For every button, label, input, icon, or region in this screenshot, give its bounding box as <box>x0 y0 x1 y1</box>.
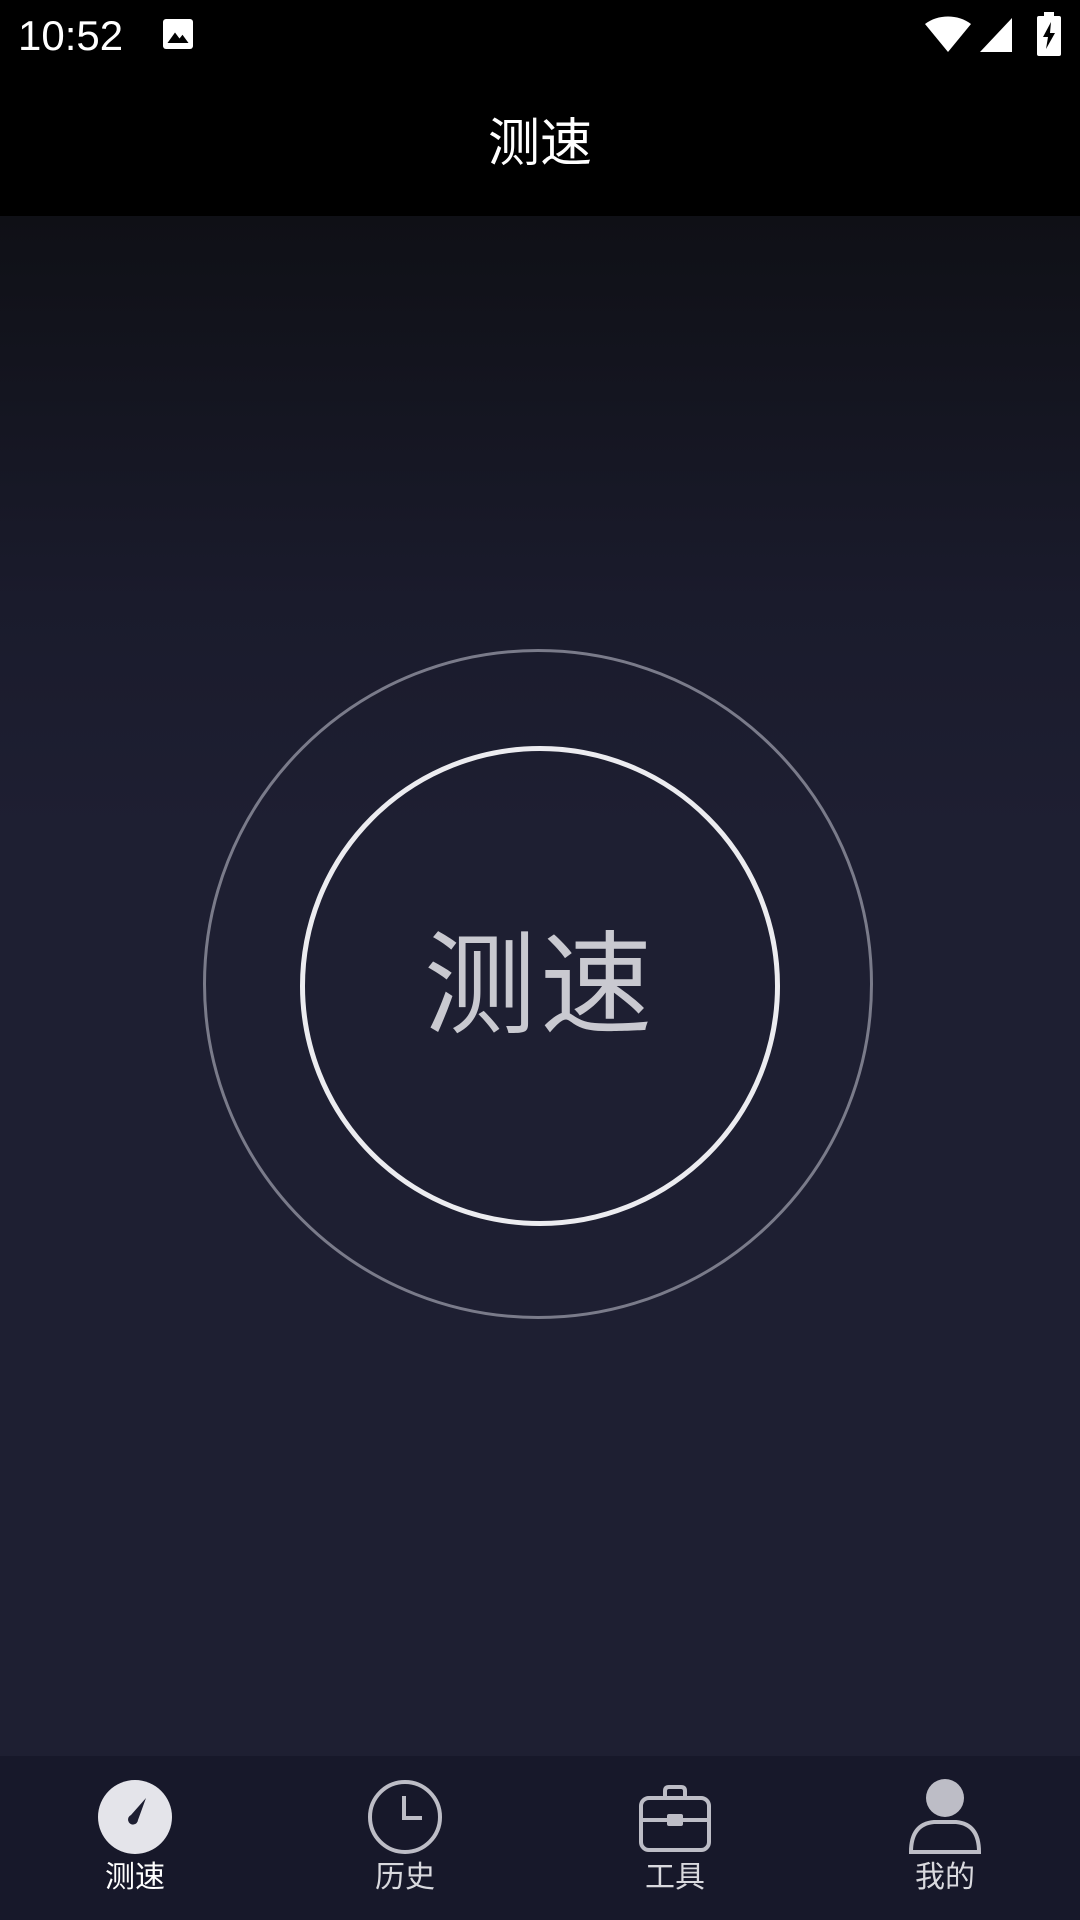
status-time: 10:52 <box>18 12 124 59</box>
status-bar: 10:52 <box>0 0 1080 72</box>
nav-label-speed-test: 测速 <box>105 1860 165 1895</box>
nav-item-history[interactable]: 历史 <box>270 1756 540 1920</box>
battery-charging-icon <box>1037 12 1061 56</box>
title-bar: 测速 <box>0 72 1080 216</box>
signal-icon <box>980 18 1012 52</box>
main-content: 测速 <box>0 216 1080 1756</box>
nav-item-speed-test[interactable]: 测速 <box>0 1756 270 1920</box>
user-icon <box>908 1779 982 1854</box>
toolbox-icon <box>639 1785 711 1852</box>
start-speed-test-button[interactable]: 测速 <box>300 746 780 1226</box>
nav-label-history: 历史 <box>375 1860 435 1895</box>
gallery-icon <box>163 19 193 49</box>
start-speed-test-label: 测速 <box>424 921 656 1051</box>
wifi-icon <box>925 16 971 52</box>
nav-item-profile[interactable]: 我的 <box>810 1756 1080 1920</box>
speedometer-icon <box>98 1780 172 1854</box>
nav-item-tools[interactable]: 工具 <box>540 1756 810 1920</box>
clock-icon <box>368 1780 442 1854</box>
bottom-nav: 测速 历史 工具 我的 <box>0 1756 1080 1920</box>
speed-test-screen: 10:52 测速 测速 测速 历史 工具 我的 <box>0 0 1080 1920</box>
nav-label-profile: 我的 <box>915 1860 975 1895</box>
nav-label-tools: 工具 <box>645 1860 705 1895</box>
page-title: 测速 <box>487 114 592 174</box>
